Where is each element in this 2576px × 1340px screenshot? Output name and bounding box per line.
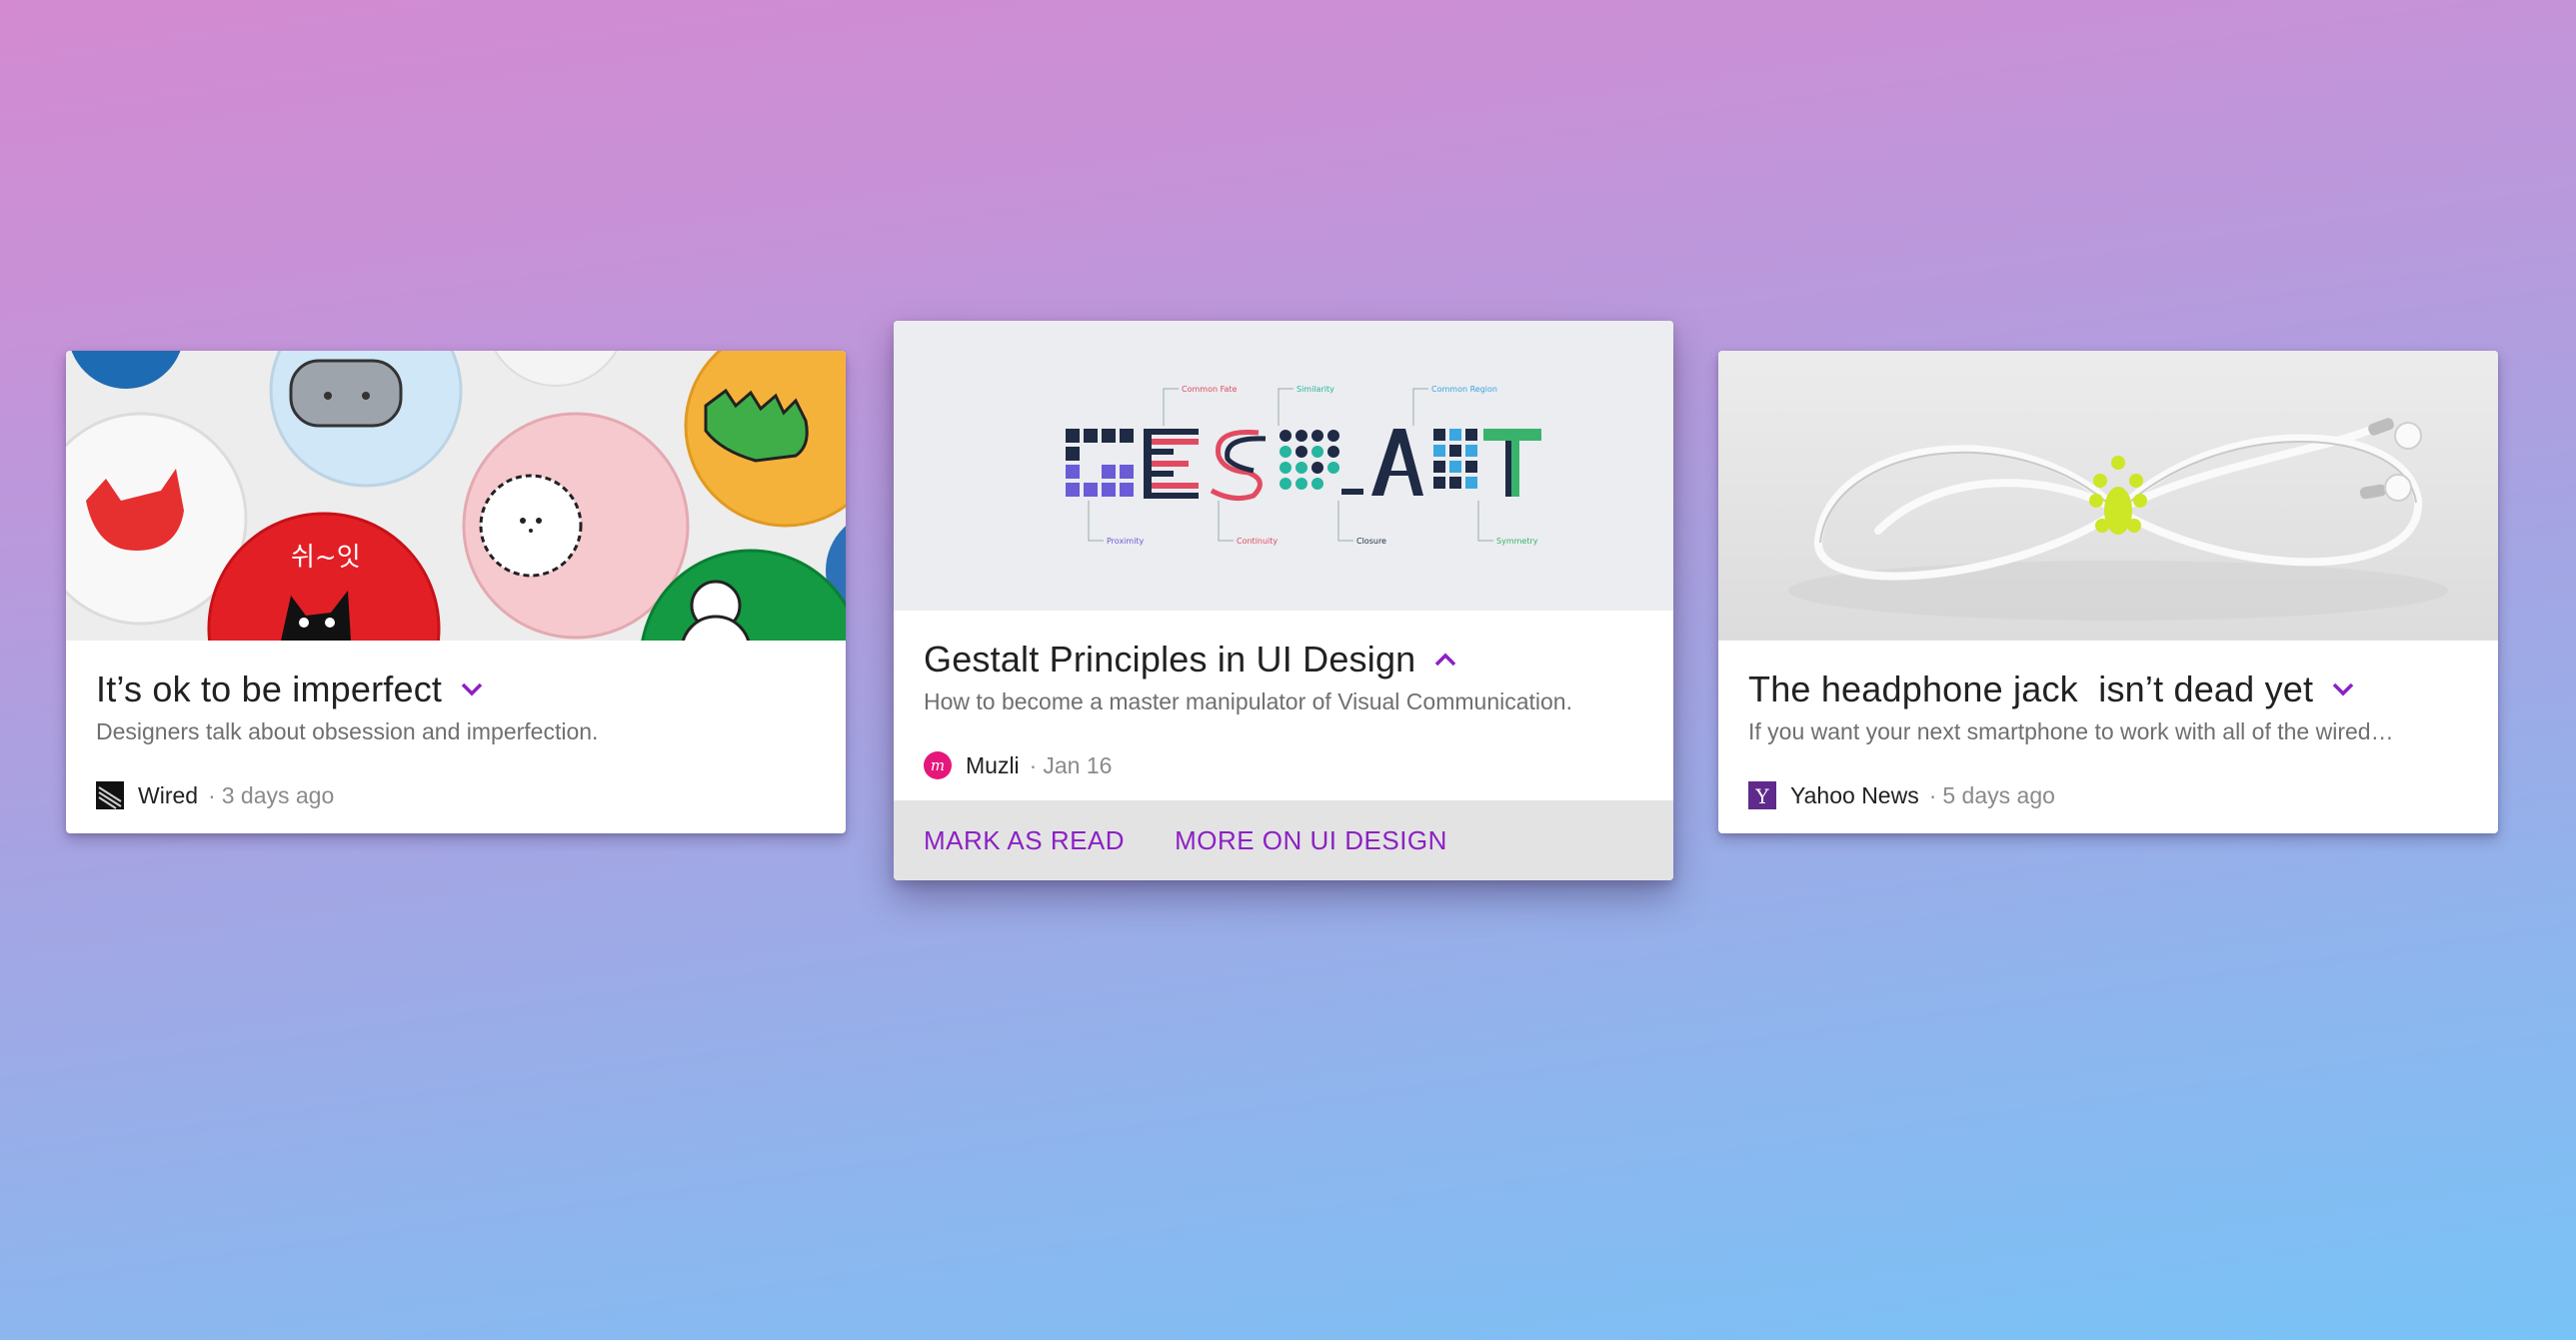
card-title[interactable]: It’s ok to be imperfect — [96, 669, 442, 710]
chevron-down-icon[interactable] — [454, 671, 490, 707]
source-name[interactable]: Muzli — [966, 752, 1020, 779]
publish-time: Jan 16 — [1043, 751, 1113, 778]
muzli-logo-icon: m — [924, 751, 952, 779]
card-subtitle: Designers talk about obsession and imper… — [96, 718, 599, 744]
label-similarity: Similarity — [1296, 385, 1334, 394]
yahoo-logo-icon: Y — [1748, 781, 1776, 809]
publish-time: 3 days ago — [221, 781, 335, 808]
meta-separator: · — [1928, 781, 1937, 808]
label-common-fate: Common Fate — [1182, 385, 1237, 394]
card-title[interactable]: Gestalt Principles in UI Design — [924, 639, 1415, 680]
meta-separator: · — [1029, 751, 1038, 778]
card-subtitle: If you want your next smartphone to work… — [1748, 718, 2394, 744]
gestalt-typography-illustration: Common Fate Similarity Common Region Pro… — [894, 321, 1673, 611]
svg-text:m: m — [931, 756, 945, 774]
article-card-gestalt[interactable]: Common Fate Similarity Common Region Pro… — [894, 321, 1673, 880]
card-image-earphones[interactable] — [1718, 351, 2498, 641]
earphones-illustration — [1718, 351, 2498, 641]
card-subtitle: How to become a master manipulator of Vi… — [924, 688, 1572, 714]
label-continuity: Continuity — [1237, 537, 1278, 546]
label-closure: Closure — [1356, 537, 1386, 546]
card-image-gestalt[interactable]: Common Fate Similarity Common Region Pro… — [894, 321, 1673, 611]
publish-time: 5 days ago — [1942, 781, 2055, 808]
chevron-down-icon[interactable] — [2325, 671, 2361, 707]
mark-as-read-button[interactable]: MARK AS READ — [924, 825, 1125, 856]
svg-text:쉬~잇: 쉬~잇 — [291, 543, 361, 573]
label-proximity: Proximity — [1107, 537, 1145, 546]
card-image-badges[interactable]: 쉬~잇 — [66, 351, 846, 641]
article-card-imperfect[interactable]: 쉬~잇 It’s ok to be imperfect Designers ta… — [66, 351, 846, 833]
wired-logo-icon — [96, 781, 124, 809]
svg-text:Y: Y — [1754, 784, 1769, 808]
card-action-bar: MARK AS READ MORE ON UI DESIGN — [894, 800, 1673, 880]
label-common-region: Common Region — [1431, 385, 1497, 394]
source-name[interactable]: Wired — [138, 782, 198, 809]
badges-illustration: 쉬~잇 — [66, 351, 846, 641]
chevron-up-icon[interactable] — [1427, 642, 1463, 677]
meta-separator: · — [208, 781, 216, 808]
article-card-headphone[interactable]: The headphone jack isn’t dead yet If you… — [1718, 351, 2498, 833]
card-title[interactable]: The headphone jack isn’t dead yet — [1748, 669, 2313, 710]
source-name[interactable]: Yahoo News — [1790, 782, 1919, 809]
more-on-ui-design-button[interactable]: MORE ON UI DESIGN — [1175, 825, 1447, 856]
label-symmetry: Symmetry — [1496, 537, 1538, 546]
